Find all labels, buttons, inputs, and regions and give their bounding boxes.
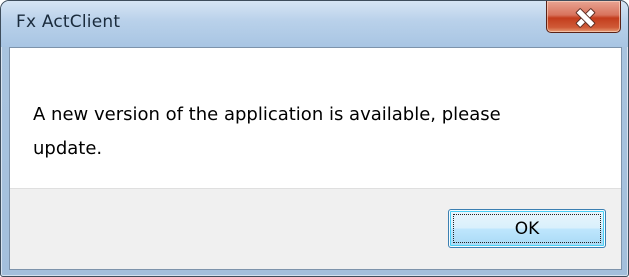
dialog-content: A new version of the application is avai… <box>9 47 622 270</box>
close-button[interactable] <box>546 1 621 33</box>
message-dialog-window: Fx ActClient A new version of the applic… <box>0 0 629 277</box>
ok-button[interactable]: OK <box>448 209 606 248</box>
window-title: Fx ActClient <box>16 12 121 32</box>
button-bar: OK <box>10 188 621 269</box>
title-bar[interactable]: Fx ActClient <box>1 1 628 47</box>
close-icon <box>574 8 594 26</box>
dialog-message: A new version of the application is avai… <box>33 104 501 159</box>
ok-button-label: OK <box>514 218 540 239</box>
